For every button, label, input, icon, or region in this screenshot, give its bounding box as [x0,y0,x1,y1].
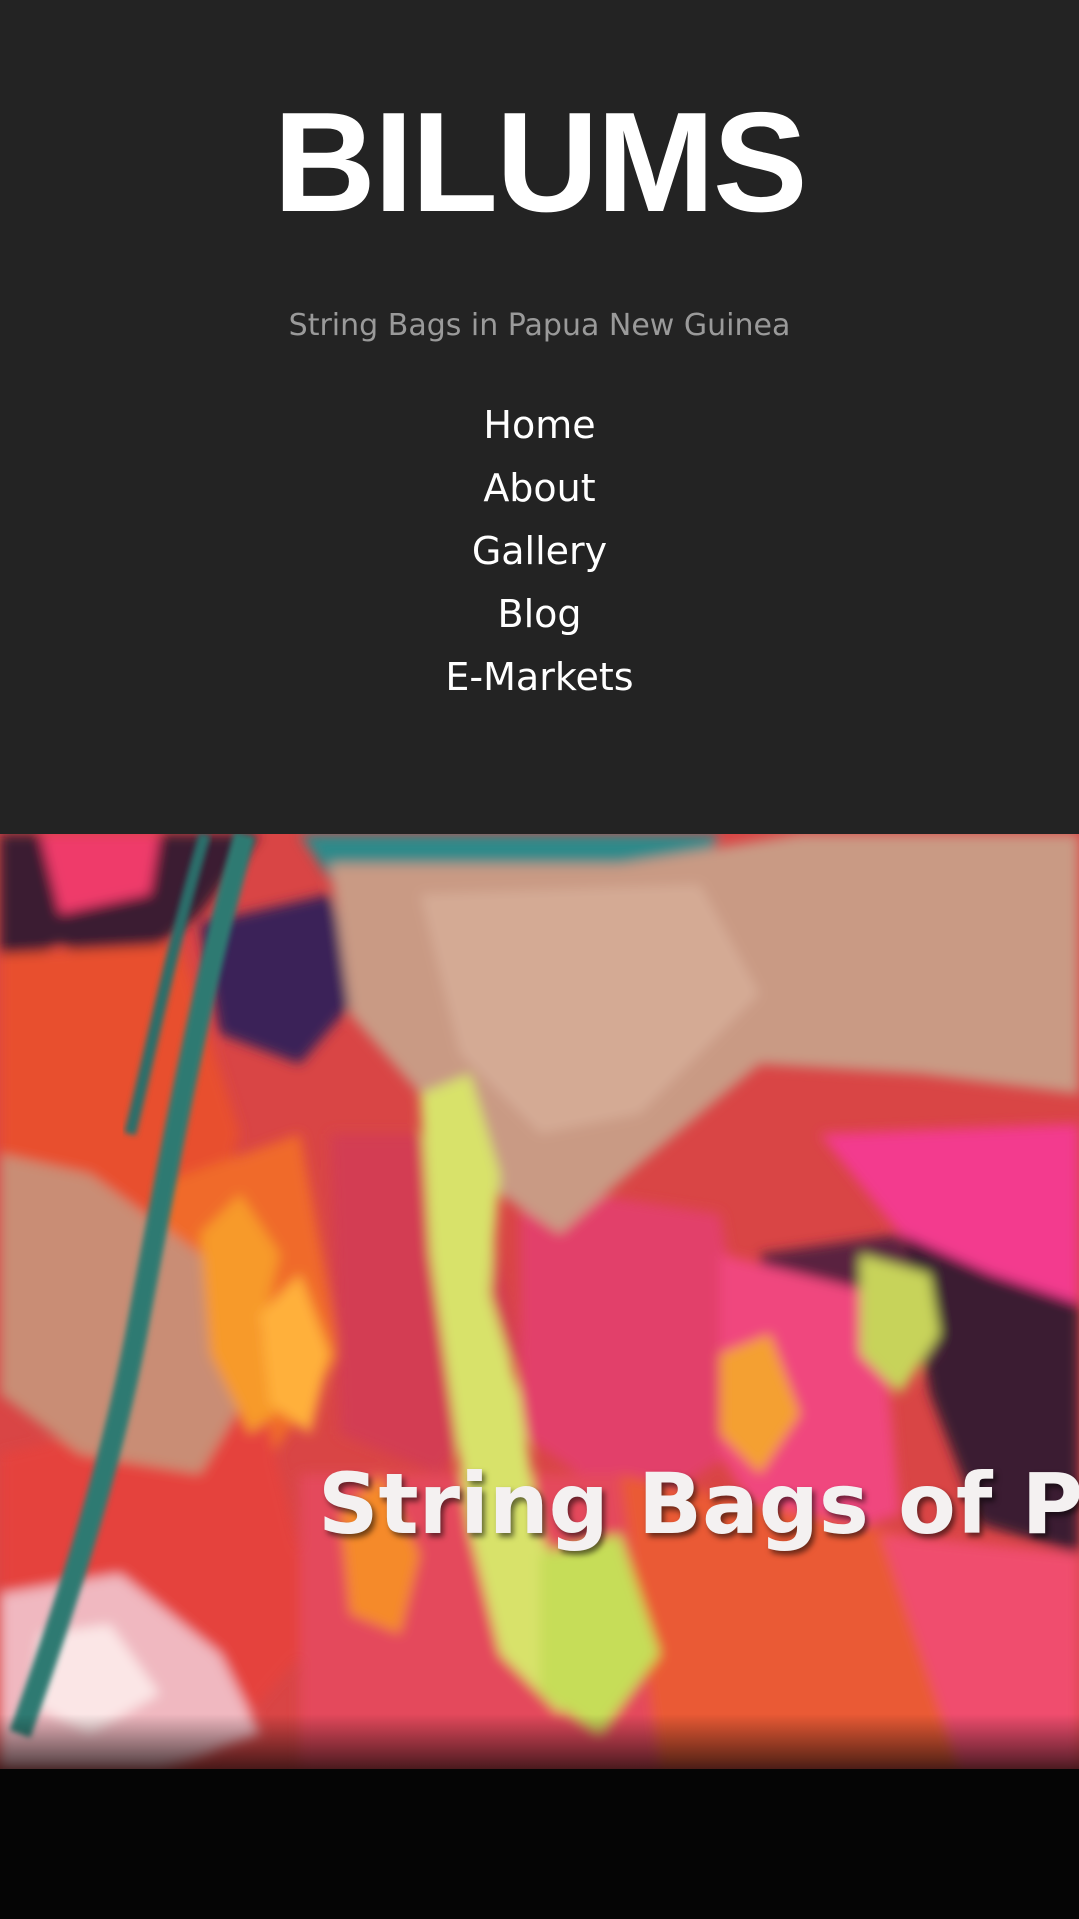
nav-link-gallery[interactable]: Gallery [472,523,607,579]
site-tagline: String Bags in Papua New Guinea [288,308,791,343]
nav-link-about[interactable]: About [483,460,595,516]
hero-video-still[interactable]: String Bags of Pap [0,834,1079,1919]
nav-item-e-markets: E-Markets [0,649,1079,712]
nav-item-gallery: Gallery [0,523,1079,586]
main-navigation: Home About Gallery Blog E-Markets [0,397,1079,712]
nav-link-home[interactable]: Home [483,397,595,453]
hero-image [0,834,1079,1919]
nav-item-home: Home [0,397,1079,460]
site-title[interactable]: BILUMS [0,88,1079,238]
nav-item-blog: Blog [0,586,1079,649]
nav-link-e-markets[interactable]: E-Markets [445,649,633,705]
nav-item-about: About [0,460,1079,523]
nav-link-blog[interactable]: Blog [498,586,582,642]
hero-caption: String Bags of Pap [318,1455,1079,1553]
site-header: BILUMS String Bags in Papua New Guinea H… [0,0,1079,834]
